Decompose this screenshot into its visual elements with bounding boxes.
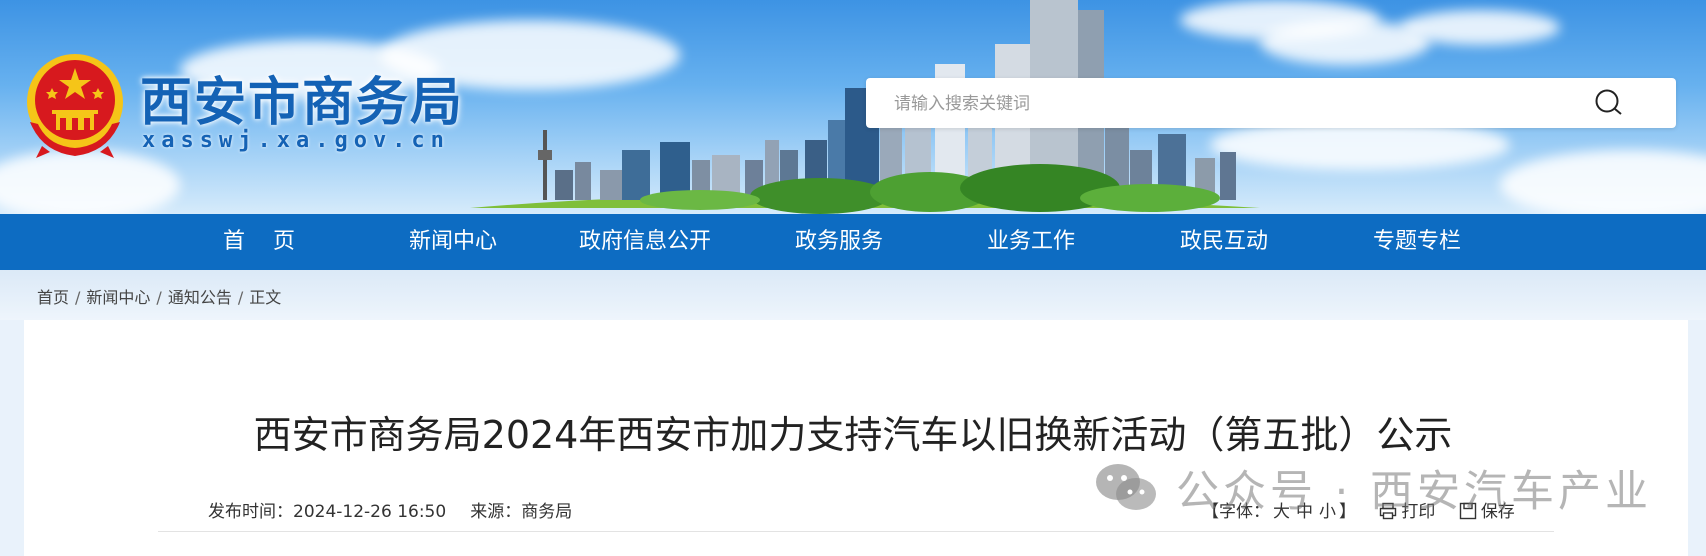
search-box [866, 78, 1676, 130]
breadcrumb-notices[interactable]: 通知公告 [168, 288, 232, 307]
site-domain: xasswj.xa.gov.cn [142, 128, 450, 153]
publish-time-value: 2024-12-26 16:50 [293, 502, 447, 522]
nav-item-special-topics[interactable]: 专题专栏 [1352, 214, 1482, 270]
publish-time-label: 发布时间： [208, 502, 293, 522]
wechat-watermark: 公众号 · 西安汽车产业 [1094, 460, 1653, 517]
source-label: 来源： [470, 502, 522, 522]
article-meta: 发布时间：2024-12-26 16:50 来源：商务局 [208, 497, 596, 522]
nav-item-news-center[interactable]: 新闻中心 [388, 214, 518, 270]
search-icon[interactable] [1594, 88, 1626, 120]
nav-item-home[interactable]: 首 页 [194, 214, 324, 270]
search-input[interactable] [892, 78, 1596, 130]
national-emblem-logo [27, 54, 123, 158]
nav-item-gov-info[interactable]: 政府信息公开 [565, 214, 725, 270]
site-title: 西安市商务局 [140, 73, 465, 133]
publish-time: 发布时间：2024-12-26 16:50 [208, 502, 446, 522]
nav-item-public-interaction[interactable]: 政民互动 [1159, 214, 1289, 270]
main-nav: 首 页 新闻中心 政府信息公开 政务服务 业务工作 政民互动 专题专栏 [0, 214, 1706, 270]
breadcrumb-separator: / [237, 288, 244, 307]
meta-divider [158, 531, 1554, 532]
breadcrumb-separator: / [156, 288, 162, 307]
breadcrumb-home[interactable]: 首页 [37, 288, 69, 307]
wechat-icon [1096, 464, 1156, 510]
breadcrumb-news-center[interactable]: 新闻中心 [86, 288, 150, 307]
breadcrumb: 首页 / 新闻中心 / 通知公告 / 正文 [37, 284, 281, 308]
source: 来源：商务局 [470, 502, 572, 522]
watermark-text: 公众号 · 西安汽车产业 [1176, 467, 1653, 517]
source-value: 商务局 [521, 502, 573, 522]
header-banner: 西安市商务局 xasswj.xa.gov.cn [0, 0, 1706, 214]
nav-item-business-work[interactable]: 业务工作 [966, 214, 1096, 270]
nav-item-gov-services[interactable]: 政务服务 [774, 214, 904, 270]
breadcrumb-current: 正文 [249, 288, 282, 307]
breadcrumb-separator: / [75, 288, 81, 307]
article-title: 西安市商务局2024年西安市加力支持汽车以旧换新活动（第五批）公示 [253, 413, 1453, 457]
